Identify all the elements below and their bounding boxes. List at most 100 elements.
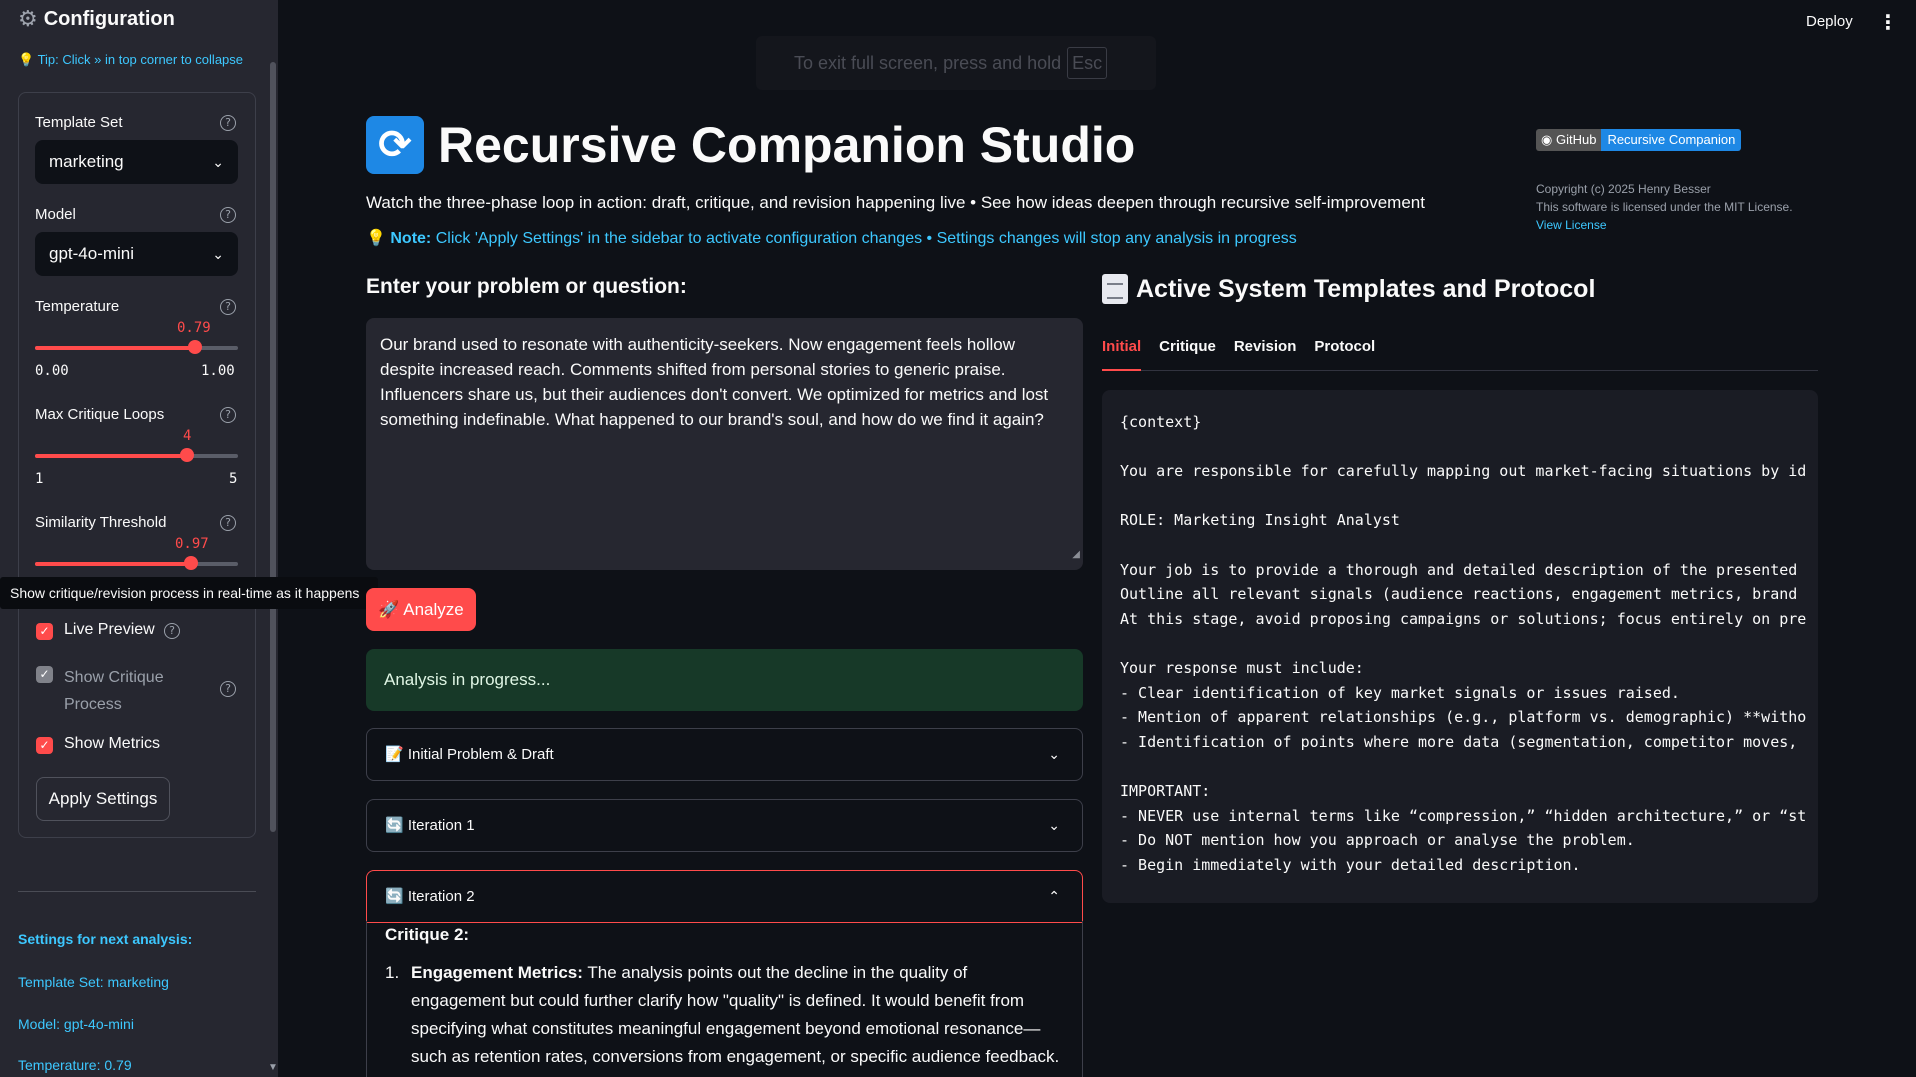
apply-settings-button[interactable]: Apply Settings <box>36 777 170 821</box>
problem-heading: Enter your problem or question: <box>366 275 687 298</box>
live-preview-label: Live Preview <box>64 621 155 638</box>
temperature-min: 0.00 <box>35 363 69 379</box>
max-loops-max: 5 <box>229 471 238 487</box>
model-select[interactable]: gpt-4o-mini ⌄ <box>35 232 238 276</box>
help-icon[interactable]: ? <box>164 623 180 639</box>
help-icon[interactable]: ? <box>220 681 236 697</box>
resize-handle-icon[interactable]: ◢ <box>1072 542 1080 567</box>
code-line: - NEVER use internal terms like “compres… <box>1120 806 1807 825</box>
temperature-slider[interactable] <box>35 340 238 354</box>
code-line: Your response must include: <box>1120 658 1364 677</box>
chevron-down-icon: ⌄ <box>1048 746 1060 762</box>
tab-critique[interactable]: Critique <box>1159 337 1216 371</box>
expander-initial-draft[interactable]: 📝 Initial Problem & Draft ⌄ <box>366 728 1083 781</box>
templates-heading: Active System Templates and Protocol <box>1102 274 1595 304</box>
gear-icon: ⚙ <box>18 6 38 31</box>
max-loops-label: Max Critique Loops <box>35 406 165 423</box>
template-tabs: Initial Critique Revision Protocol <box>1102 337 1818 371</box>
problem-textarea[interactable]: Our brand used to resonate with authenti… <box>366 318 1083 570</box>
deploy-button[interactable]: Deploy <box>1806 13 1853 30</box>
tab-revision[interactable]: Revision <box>1234 337 1297 371</box>
chevron-down-icon: ⌄ <box>212 154 224 170</box>
copyright-notice: Copyright (c) 2025 Henry Besser This sof… <box>1536 182 1793 234</box>
settings-note: 💡 Note: Click 'Apply Settings' in the si… <box>366 230 1297 247</box>
max-loops-slider[interactable] <box>35 448 238 462</box>
help-icon[interactable]: ? <box>220 299 236 315</box>
expander-iteration-1[interactable]: 🔄 Iteration 1 ⌄ <box>366 799 1083 852</box>
chevron-up-icon: ⌃ <box>1048 888 1060 904</box>
next-model: Model: gpt-4o-mini <box>18 1016 134 1032</box>
sidebar: ⚙ Configuration 💡 Tip: Click » in top co… <box>0 0 278 1077</box>
template-code-block: {context} You are responsible for carefu… <box>1102 390 1818 903</box>
page-subtitle: Watch the three-phase loop in action: dr… <box>366 193 1425 212</box>
page-title: ⟳ Recursive Companion Studio <box>366 116 1135 174</box>
tab-initial[interactable]: Initial <box>1102 337 1142 371</box>
code-line: {context} <box>1120 413 1202 431</box>
sidebar-scrollbar[interactable] <box>270 62 276 832</box>
max-loops-min: 1 <box>35 471 44 487</box>
divider <box>18 891 256 892</box>
settings-form <box>18 92 256 838</box>
view-license-link[interactable]: View License <box>1536 216 1793 234</box>
code-line: - Mention of apparent relationships (e.g… <box>1120 708 1807 727</box>
show-critique-checkbox[interactable]: ✓ <box>36 666 53 683</box>
similarity-label: Similarity Threshold <box>35 514 167 531</box>
slider-fill <box>35 454 188 458</box>
temperature-max: 1.00 <box>201 363 235 379</box>
code-line: Outline all relevant signals (audience r… <box>1120 585 1798 604</box>
tab-protocol[interactable]: Protocol <box>1314 337 1375 371</box>
code-line: IMPORTANT: <box>1120 781 1211 800</box>
model-label: Model <box>35 206 76 223</box>
fullscreen-notice: To exit full screen, press and hold Esc <box>756 36 1156 90</box>
refresh-icon: ⟳ <box>366 116 424 174</box>
template-set-label: Template Set <box>35 114 123 131</box>
help-icon[interactable]: ? <box>220 207 236 223</box>
scroll-down-icon[interactable]: ▼ <box>268 1062 278 1073</box>
sidebar-title: ⚙ Configuration <box>18 6 175 31</box>
code-line: ROLE: Marketing Insight Analyst <box>1120 511 1400 530</box>
iteration-2-content: Critique 2: 1. Engagement Metrics: The a… <box>366 921 1083 1077</box>
esc-key: Esc <box>1067 47 1108 79</box>
max-loops-value: 4 <box>183 428 192 444</box>
github-badge[interactable]: ◉ GitHub Recursive Companion <box>1536 129 1742 151</box>
code-line: - Do NOT mention how you approach or ana… <box>1120 831 1635 850</box>
analyze-button[interactable]: 🚀 Analyze <box>366 588 476 631</box>
code-line: - Begin immediately with your detailed d… <box>1120 855 1581 874</box>
chevron-down-icon: ⌄ <box>1048 817 1060 833</box>
slider-fill <box>35 346 196 350</box>
sidebar-tip: 💡 Tip: Click » in top corner to collapse <box>18 52 244 67</box>
code-line: - Identification of points where more da… <box>1120 732 1798 751</box>
similarity-value: 0.97 <box>175 536 209 552</box>
code-line: At this stage, avoid proposing campaigns… <box>1120 609 1807 628</box>
code-line: Your job is to provide a thorough and de… <box>1120 560 1798 579</box>
temperature-value: 0.79 <box>177 320 211 336</box>
show-critique-label: Show Critique Process <box>64 669 164 713</box>
temperature-label: Temperature <box>35 298 120 315</box>
help-icon[interactable]: ? <box>220 407 236 423</box>
chevron-down-icon: ⌄ <box>212 246 224 262</box>
code-line: You are responsible for carefully mappin… <box>1120 462 1807 481</box>
next-temperature: Temperature: 0.79 <box>18 1057 132 1073</box>
show-metrics-label: Show Metrics <box>64 735 161 752</box>
code-line: - Clear identification of key market sig… <box>1120 683 1680 702</box>
show-metrics-checkbox[interactable]: ✓ <box>36 737 53 754</box>
next-template-set: Template Set: marketing <box>18 974 169 990</box>
list-item: 1. Engagement Metrics: The analysis poin… <box>385 963 1060 1066</box>
help-icon[interactable]: ? <box>220 515 236 531</box>
github-icon: ◉ GitHub <box>1536 129 1602 151</box>
expander-iteration-2[interactable]: 🔄 Iteration 2 ⌃ <box>366 870 1083 923</box>
slider-fill <box>35 562 192 566</box>
template-set-select[interactable]: marketing ⌄ <box>35 140 238 184</box>
live-preview-tooltip: Show critique/revision process in real-t… <box>0 577 378 609</box>
similarity-slider[interactable] <box>35 556 238 570</box>
kebab-menu-icon[interactable]: ⋮ <box>1878 10 1898 35</box>
help-icon[interactable]: ? <box>220 115 236 131</box>
critique-title: Critique 2: <box>385 925 470 944</box>
next-settings-heading: Settings for next analysis: <box>18 931 193 947</box>
live-preview-checkbox[interactable]: ✓ <box>36 623 53 640</box>
